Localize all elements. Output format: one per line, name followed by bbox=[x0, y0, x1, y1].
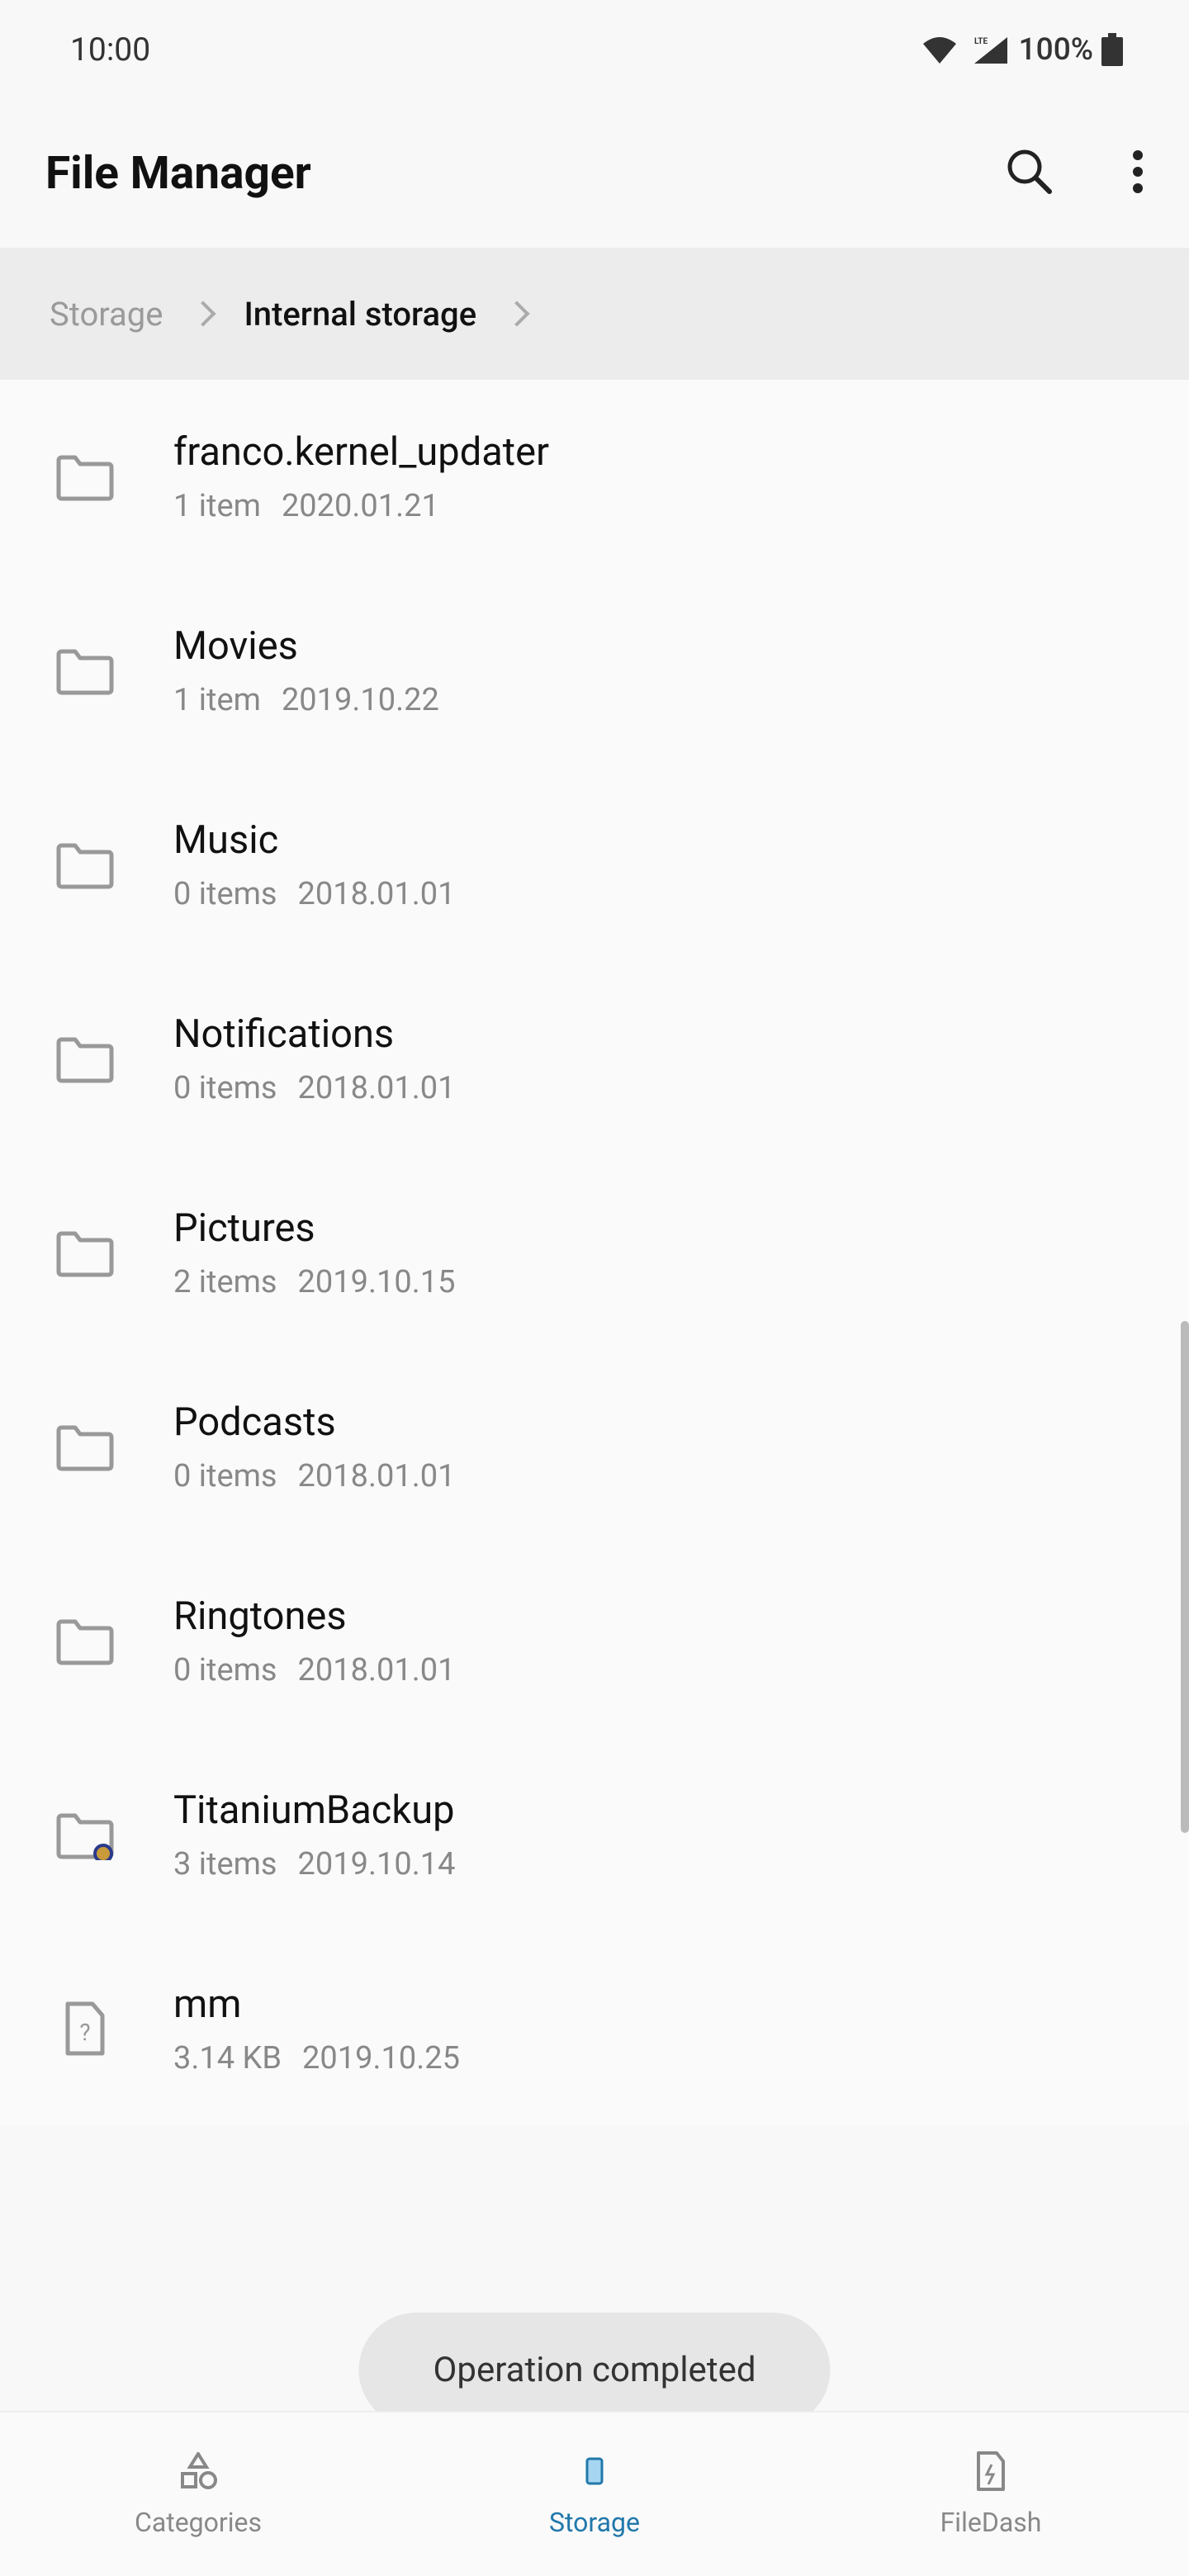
list-item-date: 2019.10.14 bbox=[298, 1846, 456, 1882]
list-item-text: Podcasts 0 items 2018.01.01 bbox=[173, 1399, 1139, 1494]
list-item-name: Movies bbox=[173, 623, 1139, 669]
more-vert-icon bbox=[1132, 149, 1144, 194]
app-header: File Manager bbox=[0, 99, 1189, 248]
search-icon bbox=[1006, 148, 1054, 196]
list-item[interactable]: TitaniumBackup 3 items 2019.10.14 bbox=[0, 1738, 1189, 1932]
list-item[interactable]: Pictures 2 items 2019.10.15 bbox=[0, 1156, 1189, 1350]
wifi-icon bbox=[921, 36, 958, 64]
folder-icon bbox=[54, 1804, 116, 1866]
list-item-text: Notifications 0 items 2018.01.01 bbox=[173, 1011, 1139, 1106]
status-bar: 10:00 LTE 100% bbox=[0, 0, 1189, 99]
svg-text:LTE: LTE bbox=[974, 37, 988, 46]
breadcrumb-current[interactable]: Internal storage bbox=[244, 295, 476, 334]
list-item-meta: 2 items 2019.10.15 bbox=[173, 1264, 1139, 1300]
list-item-meta: 0 items 2018.01.01 bbox=[173, 1458, 1139, 1494]
list-item-name: mm bbox=[173, 1982, 1139, 2027]
list-item-name: Ringtones bbox=[173, 1593, 1139, 1639]
battery-icon bbox=[1101, 33, 1123, 66]
list-item-date: 2019.10.22 bbox=[282, 682, 439, 718]
nav-label: FileDash bbox=[940, 2507, 1042, 2538]
folder-icon bbox=[54, 1028, 116, 1090]
folder-icon bbox=[54, 1416, 116, 1478]
list-item[interactable]: ? mm 3.14 KB 2019.10.25 bbox=[0, 1932, 1189, 2126]
list-item[interactable]: franco.kernel_updater 1 item 2020.01.21 bbox=[0, 380, 1189, 574]
list-item-info: 0 items bbox=[173, 876, 277, 912]
list-item-date: 2018.01.01 bbox=[298, 876, 456, 912]
nav-label: Categories bbox=[135, 2507, 262, 2538]
list-item-text: Pictures 2 items 2019.10.15 bbox=[173, 1205, 1139, 1300]
svg-text:?: ? bbox=[79, 2019, 90, 2046]
list-item-meta: 0 items 2018.01.01 bbox=[173, 876, 1139, 912]
list-item-name: Notifications bbox=[173, 1011, 1139, 1057]
list-item-text: Movies 1 item 2019.10.22 bbox=[173, 623, 1139, 718]
list-item[interactable]: Music 0 items 2018.01.01 bbox=[0, 768, 1189, 962]
nav-label: Storage bbox=[549, 2507, 640, 2538]
list-item-meta: 0 items 2018.01.01 bbox=[173, 1070, 1139, 1106]
list-item-meta: 3 items 2019.10.14 bbox=[173, 1846, 1139, 1882]
list-item-text: Ringtones 0 items 2018.01.01 bbox=[173, 1593, 1139, 1688]
nav-item-filedash[interactable]: FileDash bbox=[793, 2451, 1189, 2538]
folder-icon bbox=[54, 640, 116, 702]
list-item-name: Music bbox=[173, 817, 1139, 863]
list-item-date: 2018.01.01 bbox=[298, 1458, 456, 1494]
list-item-info: 0 items bbox=[173, 1652, 277, 1688]
search-button[interactable] bbox=[1006, 148, 1054, 199]
list-item-meta: 1 item 2020.01.21 bbox=[173, 488, 1139, 524]
list-item-name: Podcasts bbox=[173, 1399, 1139, 1445]
list-item-info: 3 items bbox=[173, 1846, 277, 1882]
list-item-text: mm 3.14 KB 2019.10.25 bbox=[173, 1982, 1139, 2076]
list-item-info: 0 items bbox=[173, 1458, 277, 1494]
list-item-date: 2018.01.01 bbox=[298, 1070, 456, 1106]
file-icon: ? bbox=[54, 1998, 116, 2060]
list-item-info: 2 items bbox=[173, 1264, 277, 1300]
list-item-info: 1 item bbox=[173, 682, 261, 718]
signal-lte-icon: LTE bbox=[966, 36, 1011, 64]
list-item[interactable]: Ringtones 0 items 2018.01.01 bbox=[0, 1544, 1189, 1738]
status-indicators: LTE 100% bbox=[921, 32, 1123, 68]
list-item-name: TitaniumBackup bbox=[173, 1788, 1139, 1833]
list-item-date: 2019.10.15 bbox=[298, 1264, 456, 1300]
nav-item-categories[interactable]: Categories bbox=[0, 2451, 396, 2538]
list-item-name: franco.kernel_updater bbox=[173, 429, 1139, 475]
filedash-icon bbox=[970, 2451, 1011, 2492]
chevron-right-icon bbox=[191, 301, 216, 326]
list-item-meta: 3.14 KB 2019.10.25 bbox=[173, 2040, 1139, 2076]
list-item-name: Pictures bbox=[173, 1205, 1139, 1251]
bottom-nav: Categories Storage FileDash bbox=[0, 2411, 1189, 2576]
header-actions bbox=[1006, 148, 1144, 199]
storage-icon bbox=[574, 2451, 615, 2492]
folder-icon bbox=[54, 446, 116, 508]
list-item-meta: 1 item 2019.10.22 bbox=[173, 682, 1139, 718]
chevron-right-icon bbox=[504, 301, 530, 326]
scroll-indicator[interactable] bbox=[1181, 1321, 1189, 1833]
list-item-info: 0 items bbox=[173, 1070, 277, 1106]
breadcrumb-root[interactable]: Storage bbox=[50, 295, 163, 334]
list-item-date: 2018.01.01 bbox=[298, 1652, 456, 1688]
file-list: franco.kernel_updater 1 item 2020.01.21 Mov… bbox=[0, 380, 1189, 2126]
battery-percentage: 100% bbox=[1019, 32, 1093, 68]
folder-icon bbox=[54, 1610, 116, 1672]
breadcrumb: Storage Internal storage bbox=[0, 248, 1189, 380]
categories-icon bbox=[178, 2451, 219, 2492]
list-item[interactable]: Movies 1 item 2019.10.22 bbox=[0, 574, 1189, 768]
status-time: 10:00 bbox=[70, 31, 150, 69]
folder-icon bbox=[54, 1222, 116, 1284]
nav-item-storage[interactable]: Storage bbox=[396, 2451, 793, 2538]
list-item-date: 2019.10.25 bbox=[302, 2040, 460, 2076]
list-item-text: TitaniumBackup 3 items 2019.10.14 bbox=[173, 1788, 1139, 1882]
list-item-text: franco.kernel_updater 1 item 2020.01.21 bbox=[173, 429, 1139, 524]
list-item[interactable]: Notifications 0 items 2018.01.01 bbox=[0, 962, 1189, 1156]
list-item-text: Music 0 items 2018.01.01 bbox=[173, 817, 1139, 912]
folder-icon bbox=[54, 834, 116, 896]
list-item-date: 2020.01.21 bbox=[282, 488, 439, 524]
list-item-meta: 0 items 2018.01.01 bbox=[173, 1652, 1139, 1688]
list-item-info: 3.14 KB bbox=[173, 2040, 282, 2076]
app-title: File Manager bbox=[45, 147, 311, 200]
more-options-button[interactable] bbox=[1132, 149, 1144, 197]
list-item-info: 1 item bbox=[173, 488, 261, 524]
list-item[interactable]: Podcasts 0 items 2018.01.01 bbox=[0, 1350, 1189, 1544]
